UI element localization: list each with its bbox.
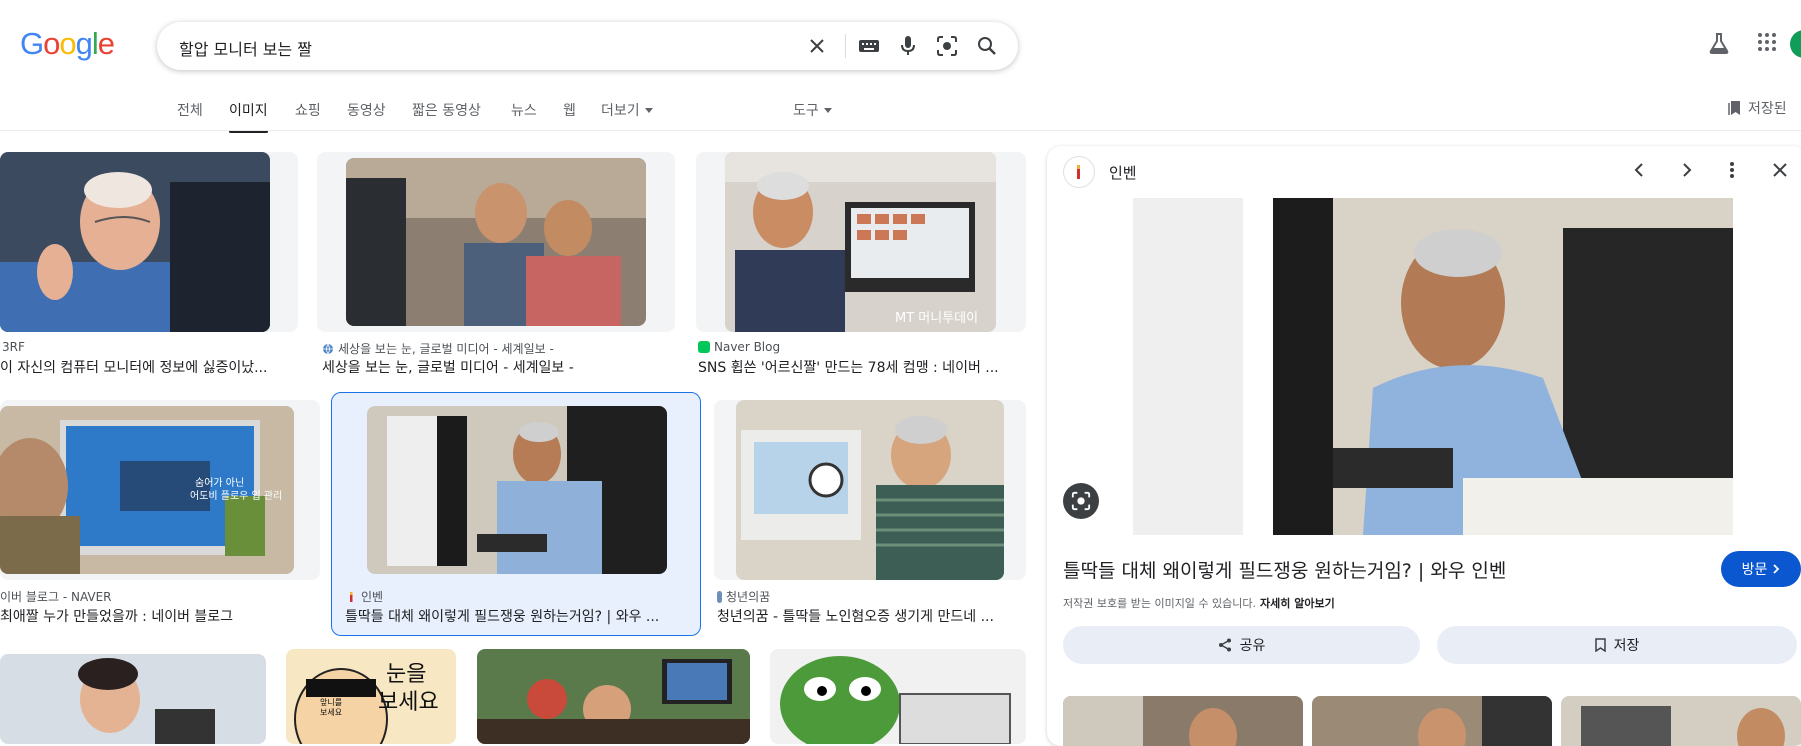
sign-small-line-2: 보세요 [320,708,342,717]
tab-more-label: 더보기 [601,103,640,119]
tools-button[interactable]: 도구 [793,100,832,120]
tab-news[interactable]: 뉴스 [511,100,537,120]
sign-small-line-1: 앞니를 [320,697,342,707]
result-caption[interactable]: 청년의꿈 - 틀딱들 노인혐오증 생기게 만드네 ... [717,606,1017,626]
apps-grid-icon[interactable] [1757,32,1777,56]
visit-button[interactable]: 방문 [1721,551,1801,587]
search-icon[interactable] [975,34,999,58]
tab-web[interactable]: 웹 [563,100,576,120]
saved-button[interactable]: 저장된 [1728,98,1787,118]
microphone-icon[interactable] [896,34,920,58]
tab-more[interactable]: 더보기 [601,100,653,120]
clear-icon[interactable] [805,34,829,58]
result-source: 청년의꿈 [717,588,770,605]
preview-image[interactable] [1133,198,1733,535]
result-source: 이버 블로그 - NAVER [0,590,112,604]
result-thumbnail-8[interactable]: 눈을 보세요 앞니를 보세요 [286,649,456,744]
inven-icon [1077,165,1080,179]
result-thumbnail-9[interactable] [477,649,750,744]
result-caption[interactable]: SNS 휩쓴 '어르신짤' 만드는 78세 컴맹 : 네이버 ... [698,357,1018,377]
image-preview-panel: 인벤 틀딱들 대체 왜이렇게 필드쟁웅 원하는거임? | 와우 인벤 방문 저작… [1047,146,1801,746]
globe-icon [323,343,333,355]
related-image-3[interactable] [1561,696,1801,746]
caret-down-icon [823,107,832,113]
tab-videos[interactable]: 동영상 [347,100,386,120]
monitor-note-line-1: 숨어가 아닌 [195,477,244,489]
search-divider [845,34,846,58]
result-source: 세상을 보는 눈, 글로벌 미디어 - 세계일보 - [322,340,554,357]
save-button[interactable]: 저장 [1437,626,1797,664]
result-caption[interactable]: 최애짤 누가 만들었을까 : 네이버 블로그 [0,606,300,626]
naver-blog-icon [698,341,710,353]
watermark-text: MT 머니투데이 [895,311,978,326]
visit-label: 방문 [1741,562,1768,578]
tab-short-videos[interactable]: 짧은 동영상 [412,100,481,120]
sign-large-line-1: 눈을 [386,662,426,687]
tools-label: 도구 [793,103,819,119]
chevron-left-icon[interactable] [1627,158,1651,182]
inven-icon [350,591,353,602]
search-input[interactable]: 할압 모니터 보는 짤 [179,36,312,60]
result-source-text: 청년의꿈 [726,590,771,604]
related-image-1[interactable] [1063,696,1303,746]
sign-large-line-2: 보세요 [378,690,439,715]
result-thumbnail[interactable] [736,400,1004,580]
avatar[interactable] [1790,30,1801,58]
result-caption[interactable]: 이 자신의 컴퓨터 모니터에 정보에 싫증이났... [0,357,290,377]
visual-search-button[interactable] [1063,483,1099,519]
share-button[interactable]: 공유 [1063,626,1420,664]
saved-label: 저장된 [1748,101,1787,117]
lens-icon[interactable] [935,34,959,58]
tabs-divider [0,130,1801,131]
save-label: 저장 [1613,638,1640,654]
search-box[interactable]: 할압 모니터 보는 짤 [157,22,1018,70]
tab-all[interactable]: 전체 [177,100,203,120]
share-label: 공유 [1239,638,1266,654]
result-caption[interactable]: 틀딱들 대체 왜이렇게 필드쟁웅 원하는거임? | 와우 ... [345,606,690,626]
result-thumbnail[interactable]: MT 머니투데이 [725,152,996,332]
close-icon[interactable] [1768,158,1792,182]
result-thumbnail-7[interactable] [0,654,266,744]
result-thumbnail-10[interactable] [770,649,1026,744]
tab-images[interactable]: 이미지 [229,100,268,133]
bookmark-icon [1594,638,1606,652]
result-thumbnail[interactable] [367,406,667,574]
result-source-text: Naver Blog [714,340,781,354]
google-logo[interactable]: Google [20,26,115,62]
result-source: 인벤 [345,588,383,605]
related-image-2[interactable] [1312,696,1552,746]
result-source: Naver Blog [698,340,780,354]
result-source-text: 인벤 [361,590,384,604]
more-options-icon[interactable] [1720,158,1744,182]
monitor-note-line-2: 어도비 플로우 입 관리 [190,489,282,502]
bookmark-stack-icon [1728,101,1740,115]
result-thumbnail[interactable]: 숨어가 아닌 어도비 플로우 입 관리 [0,406,294,574]
caret-down-icon [644,107,653,113]
result-thumbnail[interactable] [0,152,270,332]
copyright-text: 저작권 보호를 받는 이미지일 수 있습니다. [1063,597,1257,610]
result-thumbnail[interactable] [346,158,646,326]
keyboard-icon[interactable] [857,34,881,58]
copyright-notice: 저작권 보호를 받는 이미지일 수 있습니다. 자세히 알아보기 [1063,595,1335,611]
header: Google 할압 모니터 보는 짤 [0,0,1801,92]
result-source: 3RF [2,340,25,354]
tab-shopping[interactable]: 쇼핑 [295,100,321,120]
chevron-right-icon[interactable] [1675,158,1699,182]
lens-icon [1071,491,1091,511]
result-source-text: 세상을 보는 눈, 글로벌 미디어 - 세계일보 - [338,342,554,356]
chevron-right-icon [1773,564,1780,574]
result-caption[interactable]: 세상을 보는 눈, 글로벌 미디어 - 세계일보 - [322,357,672,377]
share-icon [1218,638,1231,652]
panel-title[interactable]: 틀딱들 대체 왜이렇게 필드쟁웅 원하는거임? | 와우 인벤 [1063,556,1506,583]
source-favicon[interactable] [1063,156,1095,188]
filter-tabs: 전체 이미지 쇼핑 동영상 짧은 동영상 뉴스 웹 더보기 도구 저장된 [0,92,1801,133]
learn-more-link[interactable]: 자세히 알아보기 [1260,597,1335,610]
site-favicon-icon [717,590,722,603]
panel-source-name[interactable]: 인벤 [1109,162,1137,183]
labs-icon[interactable] [1708,32,1730,58]
